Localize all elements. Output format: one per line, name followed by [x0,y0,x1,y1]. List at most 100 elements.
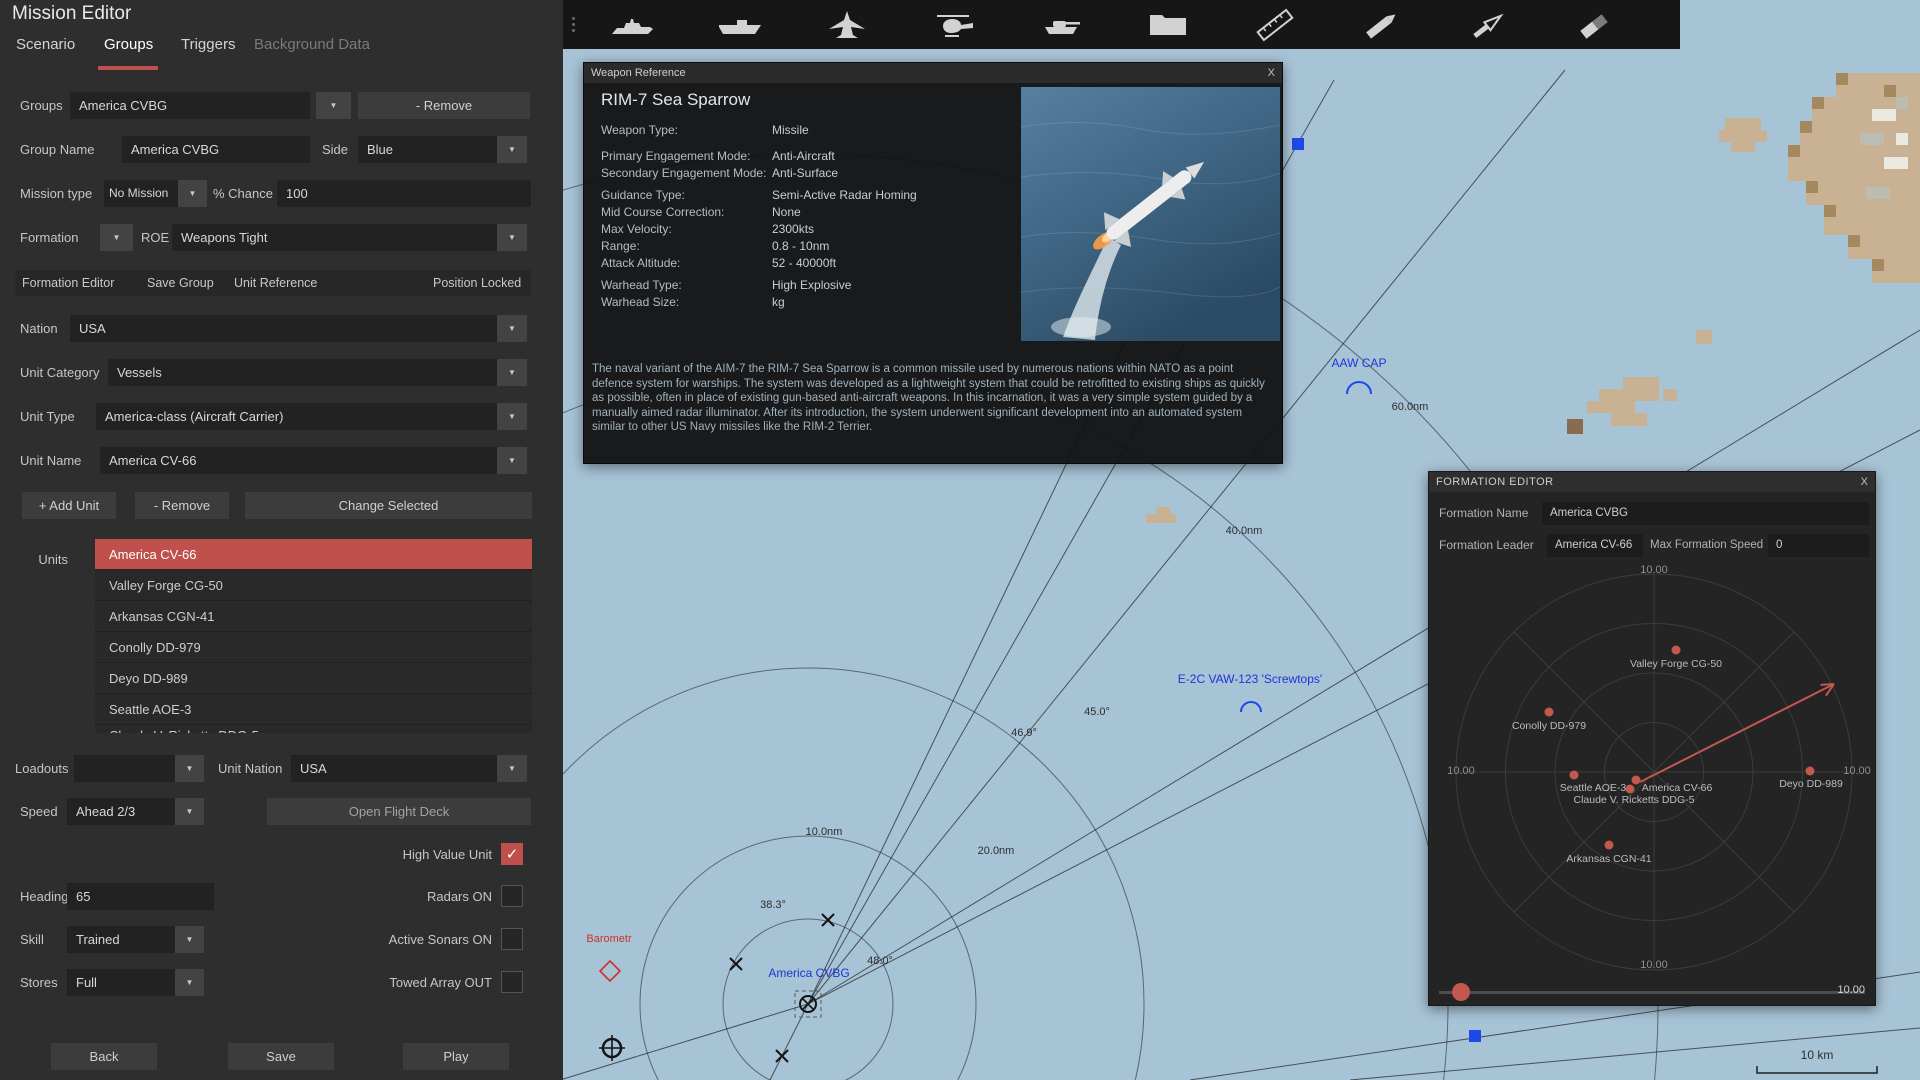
towed-array-checkbox[interactable] [501,971,523,993]
unit-list-item[interactable]: Arkansas CGN-41 [95,601,532,632]
formation-unit-dot[interactable] [1671,645,1681,655]
formation-unit-dot[interactable] [1569,770,1579,780]
tab-background-data[interactable]: Background Data [254,36,370,53]
bearing-label-48: 48.0° [867,955,893,967]
nation-select[interactable]: USA [70,315,497,342]
map-label-e2c[interactable]: E-2C VAW-123 'Screwtops' [1178,672,1322,686]
weapon-reference-titlebar[interactable]: Weapon Reference [584,63,1282,83]
formation-unit-dot[interactable] [1604,840,1614,850]
formation-label: Formation [20,230,79,245]
map-label-america-cvbg[interactable]: America CVBG [768,966,849,980]
unit-name-dropdown[interactable]: ▼ [497,447,527,474]
formation-editor-button[interactable]: Formation Editor [22,270,114,296]
aaw-cap-air-symbol[interactable] [1346,381,1372,395]
back-button[interactable]: Back [51,1043,157,1070]
unit-reference-button[interactable]: Unit Reference [234,270,317,296]
radars-on-checkbox[interactable] [501,885,523,907]
unit-nation-select[interactable]: USA [291,755,497,782]
map-label-aaw-cap[interactable]: AAW CAP [1332,356,1387,370]
play-button[interactable]: Play [403,1043,509,1070]
position-locked-toggle[interactable]: Position Locked [433,270,521,296]
side-select[interactable]: Blue [358,136,497,163]
tab-groups[interactable]: Groups [104,36,153,53]
unit-list-item[interactable]: Valley Forge CG-50 [95,570,532,601]
save-group-button[interactable]: Save Group [147,270,214,296]
formation-ship-x-marker[interactable] [729,913,835,1063]
toolbar-button-tank[interactable] [1007,0,1114,49]
speed-dropdown[interactable]: ▼ [175,798,204,825]
high-value-unit-checkbox[interactable]: ✓ [501,843,523,865]
open-flight-deck-button[interactable]: Open Flight Deck [267,798,531,825]
formation-range-slider[interactable] [1439,991,1865,994]
tab-scenario[interactable]: Scenario [16,36,75,53]
unit-category-select[interactable]: Vessels [108,359,497,386]
stores-dropdown[interactable]: ▼ [175,969,204,996]
hostile-diamond-marker[interactable] [598,959,622,983]
groups-dropdown[interactable]: ▼ [316,92,351,119]
unit-list-item[interactable]: Deyo DD-989 [95,663,532,694]
toolbar-button-carrier[interactable] [686,0,793,49]
selected-unit-marker[interactable] [794,990,822,1018]
stores-select[interactable]: Full [67,969,175,996]
formation-unit-dot[interactable] [1805,766,1815,776]
toolbar-button-helicopter[interactable] [900,0,1007,49]
change-selected-button[interactable]: Change Selected [245,492,532,519]
groups-select[interactable]: America CVBG [70,92,310,119]
toolbar-button-ruler[interactable] [1221,0,1328,49]
nation-dropdown[interactable]: ▼ [497,315,527,342]
formation-unit-label: Valley Forge CG-50 [1629,658,1723,670]
loadouts-dropdown[interactable]: ▼ [175,755,204,782]
toolbar-button-pencil[interactable] [1328,0,1435,49]
active-sonars-checkbox[interactable] [501,928,523,950]
stat-label: Range: [601,239,640,253]
remove-unit-button[interactable]: - Remove [135,492,229,519]
save-button[interactable]: Save [228,1043,334,1070]
unit-nation-dropdown[interactable]: ▼ [497,755,527,782]
map-scale-bar [1756,1066,1878,1074]
friendly-waypoint-marker[interactable] [1292,138,1304,150]
tab-triggers[interactable]: Triggers [181,36,235,53]
chance-input[interactable]: 100 [277,180,531,207]
benchmark-crosshair-marker[interactable] [599,1035,625,1061]
formation-dropdown[interactable]: ▼ [100,224,133,251]
e2c-air-symbol[interactable] [1240,701,1262,713]
drag-handle-icon[interactable] [567,0,579,49]
toolbar-button-destroyer[interactable] [579,0,686,49]
loadouts-select[interactable] [74,755,175,782]
formation-unit-dot[interactable] [1544,707,1554,717]
unit-type-dropdown[interactable]: ▼ [497,403,527,430]
add-unit-button[interactable]: + Add Unit [22,492,116,519]
unit-list-item[interactable]: Claude V. Ricketts DDG-5 [95,725,532,733]
unit-list-item[interactable]: Seattle AOE-3 [95,694,532,725]
unit-name-select[interactable]: America CV-66 [100,447,497,474]
roe-select[interactable]: Weapons Tight [172,224,497,251]
toolbar-button-marker-pen[interactable] [1435,0,1542,49]
range-label-20nm: 20.0nm [977,845,1015,857]
formation-unit-dot[interactable] [1631,775,1641,785]
mission-type-dropdown[interactable]: ▼ [178,180,207,207]
toolbar-button-folder[interactable] [1114,0,1221,49]
friendly-waypoint-marker[interactable] [1469,1030,1481,1042]
group-name-input[interactable]: America CVBG [122,136,310,163]
remove-group-button[interactable]: - Remove [358,92,530,119]
side-dropdown[interactable]: ▼ [497,136,527,163]
slider-knob[interactable] [1452,983,1470,1001]
heading-input[interactable]: 65 [67,883,214,910]
formation-polar-chart[interactable] [1429,472,1875,1005]
close-icon[interactable]: X [1268,65,1275,81]
unit-type-select[interactable]: America-class (Aircraft Carrier) [96,403,497,430]
stat-value: kg [772,295,785,309]
toolbar-button-eraser[interactable] [1542,0,1649,49]
mission-type-select[interactable]: No Mission [104,180,178,207]
skill-dropdown[interactable]: ▼ [175,926,204,953]
unit-list-item[interactable]: Conolly DD-979 [95,632,532,663]
axis-label-bottom: 10.00 [1640,959,1668,971]
map-label-barometr[interactable]: Barometr [586,933,631,945]
speed-select[interactable]: Ahead 2/3 [67,798,175,825]
unit-list-item[interactable]: America CV-66 [95,539,532,570]
toolbar-button-fighter[interactable] [793,0,900,49]
unit-category-dropdown[interactable]: ▼ [497,359,527,386]
skill-select[interactable]: Trained [67,926,175,953]
formation-unit-dot[interactable] [1625,784,1635,794]
roe-dropdown[interactable]: ▼ [497,224,527,251]
